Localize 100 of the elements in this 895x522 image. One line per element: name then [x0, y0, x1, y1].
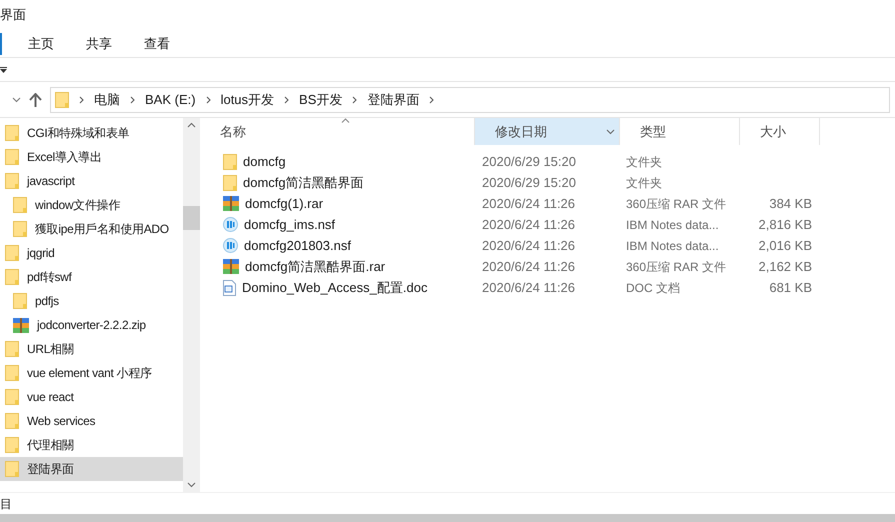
column-label: 大小: [760, 122, 786, 141]
file-size: 681 KB: [769, 278, 812, 297]
nav-item[interactable]: pdfjs: [0, 289, 183, 313]
nav-label: 代理相關: [27, 437, 74, 454]
nav-label: pdfjs: [35, 293, 59, 310]
column-header[interactable]: 类型: [620, 118, 740, 145]
archive-icon: [223, 196, 239, 211]
breadcrumb-item[interactable]: lotus开发: [220, 90, 274, 110]
nav-item[interactable]: vue react: [0, 385, 183, 409]
chevron-right-icon[interactable]: [352, 96, 358, 104]
chevron-down-icon[interactable]: [12, 96, 21, 102]
file-type: 360压缩 RAR 文件: [625, 258, 728, 276]
document-icon: [223, 280, 236, 296]
nav-item[interactable]: jqgrid: [0, 241, 183, 265]
column-label: 类型: [640, 122, 666, 141]
file-date: 2020/6/29 15:20: [481, 152, 577, 171]
file-row[interactable]: domcfg201803.nsf 2020/6/24 11:26 IBM Notes data... 2,016 KB: [200, 235, 895, 256]
folder-icon: [223, 154, 237, 170]
nav-item[interactable]: pdf转swf: [0, 265, 183, 289]
chevron-down-icon[interactable]: [187, 482, 196, 488]
nav-item[interactable]: vue element vant 小程序: [0, 361, 183, 385]
chevron-right-icon[interactable]: [79, 96, 84, 104]
file-row[interactable]: domcfg_ims.nsf 2020/6/24 11:26 IBM Notes data... 2,816 KB: [200, 214, 895, 235]
sort-up-icon: [341, 118, 350, 123]
chevron-right-icon[interactable]: [130, 96, 135, 104]
nav-item[interactable]: URL相關: [0, 337, 183, 361]
file-date: 2020/6/24 11:26: [481, 216, 576, 234]
nav-label: jqgrid: [27, 245, 55, 262]
nav-item[interactable]: Excel導入導出: [0, 145, 183, 169]
file-size: 2,816 KB: [758, 216, 812, 234]
folder-icon: [5, 437, 19, 453]
chevron-down-icon[interactable]: [606, 128, 615, 134]
nav-label: 登陆界面: [27, 461, 74, 478]
folder-icon: [5, 269, 19, 285]
folder-icon: [5, 245, 19, 261]
folder-icon: [5, 149, 19, 165]
nav-item[interactable]: window文件操作: [0, 193, 183, 217]
nav-label: javascript: [27, 173, 75, 190]
chevron-right-icon[interactable]: [206, 96, 211, 104]
file-type: 文件夹: [625, 174, 663, 192]
folder-icon: [5, 173, 19, 189]
folder-icon: [13, 221, 27, 237]
file-name: Domino_Web_Access_配置.doc: [242, 278, 428, 297]
folder-icon: [5, 413, 19, 429]
up-arrow-icon[interactable]: [29, 92, 42, 106]
file-name: domcfg简洁黑酷界面: [243, 174, 364, 192]
folder-icon: [5, 125, 19, 141]
breadcrumb-item[interactable]: BS开发: [299, 90, 342, 110]
nav-item[interactable]: 獲取ipe用戶名和使用ADO: [0, 217, 183, 241]
nav-label: URL相關: [27, 341, 74, 358]
column-header[interactable]: 修改日期: [475, 118, 620, 145]
file-name: domcfg简洁黑酷界面.rar: [245, 258, 386, 276]
nav-item[interactable]: CGI和特殊域和表单: [0, 121, 183, 145]
nav-item[interactable]: 登陆界面: [0, 457, 183, 481]
file-row[interactable]: Domino_Web_Access_配置.doc 2020/6/24 11:26 DOC 文档 681 KB: [200, 277, 895, 298]
nav-label: vue element vant 小程序: [27, 365, 152, 382]
breadcrumb-item[interactable]: 登陆界面: [367, 90, 420, 110]
file-size: 384 KB: [769, 194, 812, 213]
ribbon-tab[interactable]: 查看: [130, 32, 184, 56]
breadcrumb-item[interactable]: BAK (E:): [145, 90, 196, 110]
file-date: 2020/6/24 11:26: [481, 194, 576, 213]
archive-icon: [13, 318, 29, 332]
chevron-up-icon[interactable]: [187, 122, 196, 128]
file-size: 2,162 KB: [758, 258, 812, 276]
breadcrumb-item[interactable]: 电脑: [94, 90, 120, 110]
folder-icon: [5, 461, 19, 477]
nav-item[interactable]: 代理相關: [0, 433, 183, 457]
nav-label: pdf转swf: [27, 269, 72, 286]
folder-icon: [13, 293, 27, 309]
column-header[interactable]: 大小: [740, 118, 820, 145]
nav-item[interactable]: Web services: [0, 409, 183, 433]
folder-icon: [5, 365, 19, 381]
file-date: 2020/6/24 11:26: [481, 236, 576, 255]
folder-icon: [5, 389, 19, 405]
file-type: IBM Notes data...: [625, 216, 720, 234]
archive-icon: [223, 259, 239, 274]
file-date: 2020/6/29 15:20: [481, 174, 577, 192]
nav-item[interactable]: jodconverter-2.2.2.zip: [0, 313, 183, 337]
column-label: 名称: [220, 122, 246, 141]
scroll-thumb[interactable]: [183, 206, 200, 230]
chevron-right-icon[interactable]: [429, 96, 434, 104]
chevron-right-icon[interactable]: [284, 96, 290, 104]
database-icon: [223, 217, 238, 232]
ribbon-tab[interactable]: 共享: [72, 32, 126, 56]
file-tab-edge[interactable]: [0, 32, 2, 54]
caret-icon[interactable]: [0, 66, 7, 72]
file-row[interactable]: domcfg(1).rar 2020/6/24 11:26 360压缩 RAR 文件 384 KB: [200, 193, 895, 214]
status-text: 目: [0, 496, 12, 512]
folder-icon: [13, 197, 27, 213]
file-row[interactable]: domcfg 2020/6/29 15:20 文件夹: [200, 151, 895, 172]
nav-label: vue react: [27, 389, 74, 406]
nav-label: jodconverter-2.2.2.zip: [37, 317, 146, 334]
ribbon-tab[interactable]: 主页: [14, 32, 68, 56]
file-type: IBM Notes data...: [625, 238, 720, 254]
nav-item[interactable]: javascript: [0, 169, 183, 193]
address-bar[interactable]: 电脑 BAK (E:) lotus开发 BS开发 登陆界面: [50, 86, 890, 112]
scrollbar[interactable]: [183, 118, 200, 492]
file-row[interactable]: domcfg简洁黑酷界面.rar 2020/6/24 11:26 360压缩 RAR 文件 2,162 KB: [200, 256, 895, 277]
window-title: 界面: [0, 6, 26, 24]
file-row[interactable]: domcfg简洁黑酷界面 2020/6/29 15:20 文件夹: [200, 172, 895, 193]
